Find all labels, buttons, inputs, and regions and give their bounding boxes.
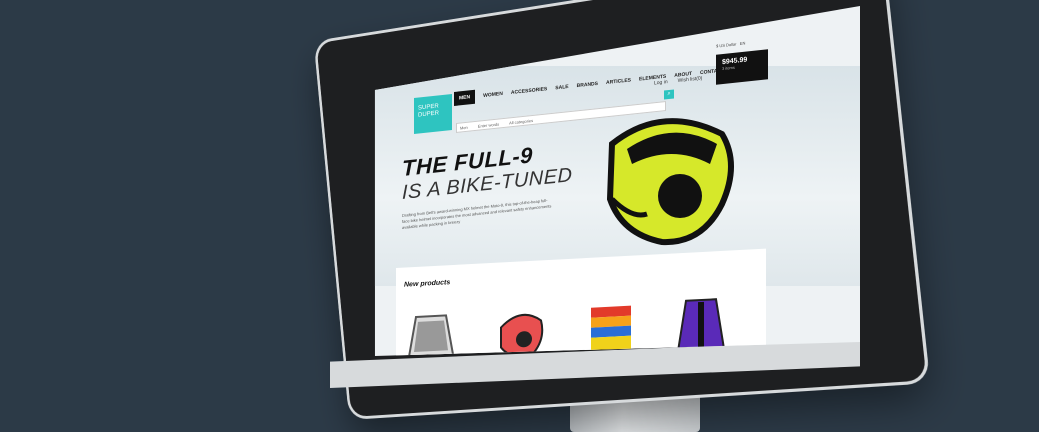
nav-brands[interactable]: BRANDS [577,81,598,89]
helmet-image [592,104,742,254]
new-products-panel: New products [396,249,766,356]
utility-bar: $ US Dollar EN [716,40,745,48]
product-thumb-jacket-purple[interactable] [676,291,726,354]
search-icon: ⌕ [667,91,670,97]
search-input[interactable]: Enter words [478,121,499,128]
product-thumb-jacket-stripes[interactable] [586,295,636,356]
monitor: SUPER DUPER MEN WOMEN ACCESSORIES SALE B… [0,0,1039,417]
search-category[interactable]: Men [460,124,468,130]
new-products-title: New products [404,279,450,288]
product-thumb-helmet[interactable] [496,300,546,356]
product-thumb-jacket-camo[interactable] [406,305,456,356]
nav-articles[interactable]: ARTICLES [606,77,631,86]
nav-accessories[interactable]: ACCESSORIES [511,86,547,96]
logo[interactable]: SUPER DUPER [414,94,452,134]
cart-button[interactable]: $945.99 3 items [716,49,768,84]
nav-women[interactable]: WOMEN [483,91,503,99]
search-scope[interactable]: All categories [509,117,533,125]
language-selector[interactable]: EN [740,40,746,46]
search-button[interactable]: ⌕ [664,89,674,99]
nav-sale[interactable]: SALE [555,84,568,91]
nav-men[interactable]: MEN [454,90,475,106]
currency-selector[interactable]: $ US Dollar [716,41,736,48]
